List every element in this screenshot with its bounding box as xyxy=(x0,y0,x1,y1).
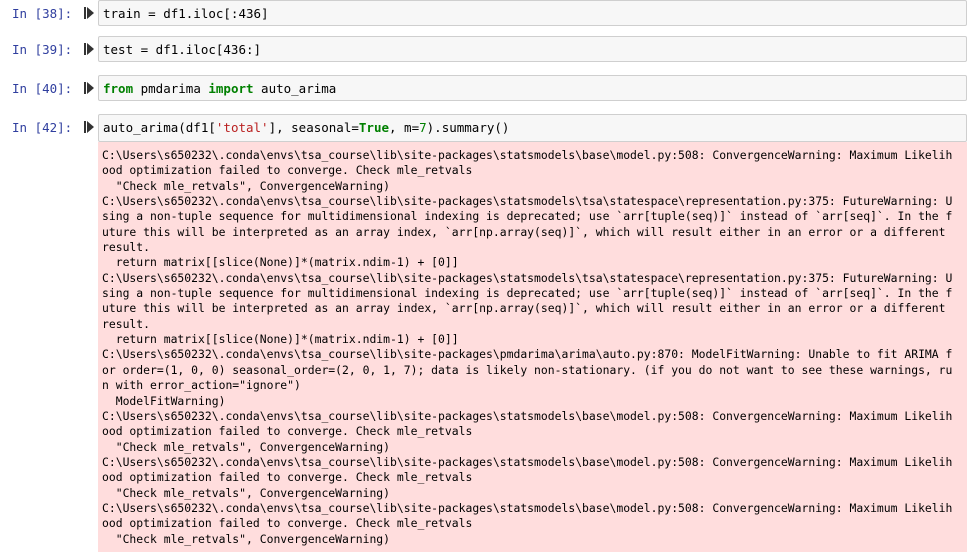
number-literal: 7 xyxy=(419,120,427,135)
stderr-line: ood optimization failed to converge. Che… xyxy=(102,424,473,439)
keyword-from: from xyxy=(103,81,134,96)
cell-prompt: In [38]: xyxy=(12,6,73,21)
run-cell-icon[interactable] xyxy=(84,82,94,94)
code-cell-38[interactable]: In [38]: train = df1.iloc[:436] xyxy=(0,0,975,30)
code-text: from pmdarima import auto_arima xyxy=(103,81,336,96)
cell-prompt: In [40]: xyxy=(12,81,73,96)
stderr-line: result. xyxy=(102,240,151,255)
module-name: pmdarima xyxy=(133,81,209,96)
stderr-line: uture this will be interpreted as an arr… xyxy=(102,301,946,316)
notebook: In [38]: train = df1.iloc[:436] In [39]:… xyxy=(0,0,975,552)
run-cell-icon[interactable] xyxy=(84,7,94,19)
string-literal: 'total' xyxy=(215,120,269,135)
code-part: ], seasonal= xyxy=(268,120,359,135)
stderr-line: "Check mle_retvals", ConvergenceWarning) xyxy=(115,531,391,546)
stderr-line: ood optimization failed to converge. Che… xyxy=(102,516,473,531)
stderr-line: ood optimization failed to converge. Che… xyxy=(102,470,473,485)
keyword-import: import xyxy=(208,81,254,96)
stderr-line: C:\Users\s650232\.conda\envs\tsa_course\… xyxy=(102,454,953,469)
stderr-line: "Check mle_retvals", ConvergenceWarning) xyxy=(115,485,391,500)
code-cell-39[interactable]: In [39]: test = df1.iloc[436:] xyxy=(0,36,975,66)
stderr-line: return matrix[[slice(None)]*(matrix.ndim… xyxy=(115,255,459,270)
stderr-line: n with error_action="ignore") xyxy=(102,378,301,393)
code-input[interactable]: test = df1.iloc[436:] xyxy=(98,36,967,62)
stderr-line: "Check mle_retvals", ConvergenceWarning) xyxy=(115,439,391,454)
code-input[interactable]: auto_arima(df1['total'], seasonal=True, … xyxy=(98,114,967,142)
stderr-line: ModelFitWarning) xyxy=(115,393,226,408)
code-part: , m= xyxy=(389,120,420,135)
run-cell-icon[interactable] xyxy=(84,43,94,55)
cell-prompt: In [39]: xyxy=(12,42,73,57)
stderr-text: C:\Users\s650232\.conda\envs\tsa_course\… xyxy=(98,142,967,547)
code-input[interactable]: from pmdarima import auto_arima xyxy=(98,75,967,101)
cell-prompt: In [42]: xyxy=(12,120,73,135)
code-cell-40[interactable]: In [40]: from pmdarima import auto_arima xyxy=(0,75,975,105)
import-target: auto_arima xyxy=(253,81,337,96)
stderr-line: return matrix[[slice(None)]*(matrix.ndim… xyxy=(115,332,459,347)
stderr-line: sing a non-tuple sequence for multidimen… xyxy=(102,209,953,224)
code-part: ).summary() xyxy=(426,120,510,135)
stderr-line: ood optimization failed to converge. Che… xyxy=(102,163,473,178)
run-cell-icon[interactable] xyxy=(84,121,94,133)
code-part: auto_arima(df1[ xyxy=(103,120,216,135)
stderr-line: sing a non-tuple sequence for multidimen… xyxy=(102,286,953,301)
stderr-line: C:\Users\s650232\.conda\envs\tsa_course\… xyxy=(102,270,953,285)
keyword-true: True xyxy=(358,120,389,135)
stderr-line: uture this will be interpreted as an arr… xyxy=(102,224,946,239)
stderr-line: "Check mle_retvals", ConvergenceWarning) xyxy=(115,178,391,193)
code-text: test = df1.iloc[436:] xyxy=(103,42,262,57)
stderr-output[interactable]: C:\Users\s650232\.conda\envs\tsa_course\… xyxy=(98,142,967,552)
code-text: train = df1.iloc[:436] xyxy=(103,6,269,21)
stderr-line: or order=(1, 0, 0) seasonal_order=(2, 0,… xyxy=(102,362,953,377)
code-input[interactable]: train = df1.iloc[:436] xyxy=(98,0,967,26)
code-text: auto_arima(df1['total'], seasonal=True, … xyxy=(103,120,509,135)
stderr-line: C:\Users\s650232\.conda\envs\tsa_course\… xyxy=(102,194,953,209)
stderr-line: C:\Users\s650232\.conda\envs\tsa_course\… xyxy=(102,148,953,162)
stderr-line: result. xyxy=(102,316,151,331)
stderr-line: C:\Users\s650232\.conda\envs\tsa_course\… xyxy=(102,500,953,515)
stderr-line: C:\Users\s650232\.conda\envs\tsa_course\… xyxy=(102,408,953,423)
stderr-line: C:\Users\s650232\.conda\envs\tsa_course\… xyxy=(102,347,953,362)
